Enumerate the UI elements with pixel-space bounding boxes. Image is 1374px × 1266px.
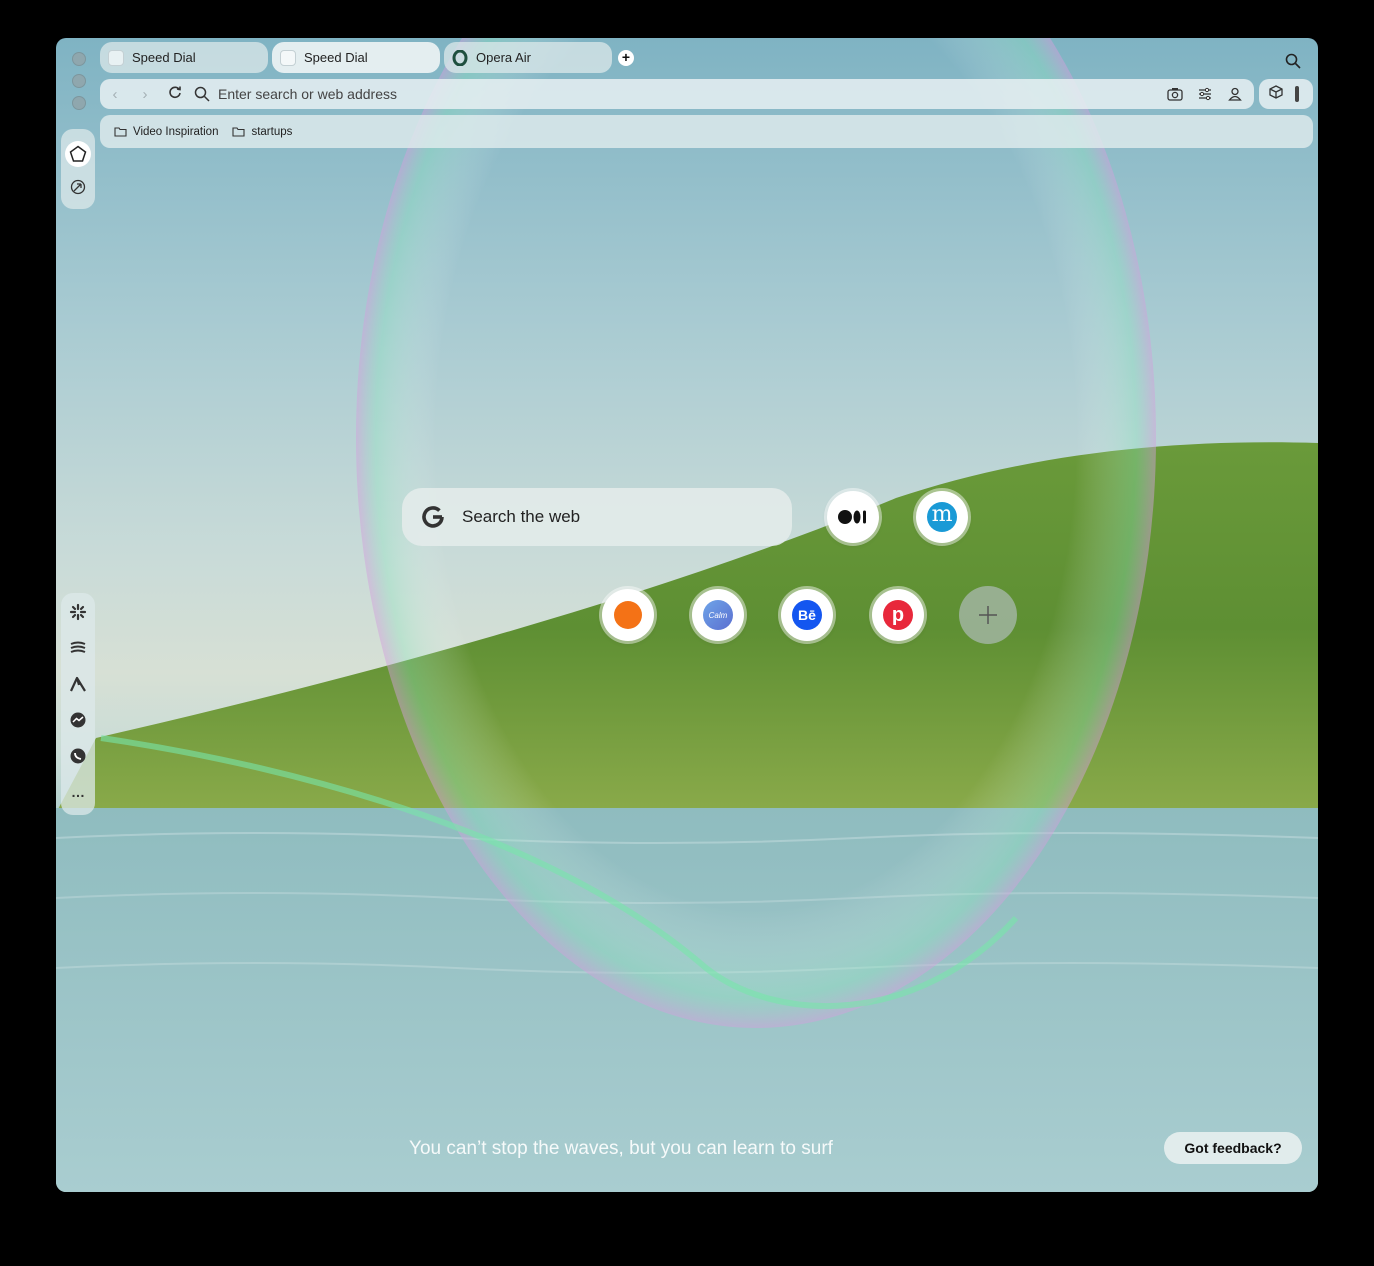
add-speed-dial-button[interactable] <box>959 586 1017 644</box>
speed-dial-icon <box>108 49 124 66</box>
camera-icon[interactable] <box>1166 85 1184 103</box>
speed-dial-m[interactable]: m <box>916 491 968 543</box>
sidebar-toggle-icon[interactable] <box>1295 86 1299 102</box>
wallpaper-quote: You can’t stop the waves, but you can le… <box>409 1138 833 1159</box>
aria-icon <box>70 676 86 692</box>
speed-dial-sidebar-button[interactable] <box>65 141 91 167</box>
search-icon <box>194 86 210 102</box>
new-tab-button[interactable]: + <box>618 50 634 66</box>
more-apps-icon[interactable]: … <box>68 782 88 802</box>
profile-icon[interactable] <box>1226 85 1244 103</box>
leaf-sidebar-button[interactable] <box>68 177 88 197</box>
bookmark-label: startups <box>251 125 293 138</box>
speed-dial-orange[interactable] <box>602 589 654 641</box>
speed-dial-icon <box>280 49 296 66</box>
speed-dial-p[interactable]: p <box>872 589 924 641</box>
m-icon: m <box>927 502 957 532</box>
reload-icon <box>169 86 181 99</box>
bookmark-label: Video Inspiration <box>133 125 219 138</box>
medium-icon <box>838 510 866 524</box>
close-window-button[interactable] <box>72 52 86 66</box>
sidebar-app-whatsapp[interactable] <box>68 746 88 766</box>
sidebar-top <box>61 129 95 209</box>
folder-icon <box>232 127 246 137</box>
speed-dial-calm[interactable]: Calm <box>692 589 744 641</box>
orange-circle-icon <box>614 601 642 629</box>
sidebar-app-waves[interactable] <box>68 638 88 658</box>
p-icon: p <box>883 600 913 630</box>
minimize-window-button[interactable] <box>72 74 86 88</box>
sidebar-apps: … <box>61 593 95 815</box>
forward-button[interactable]: › <box>130 86 160 103</box>
tab-label: Speed Dial <box>304 50 368 65</box>
address-input[interactable]: Enter search or web address <box>218 86 397 102</box>
bookmark-folder-video-inspiration[interactable]: Video Inspiration <box>114 126 218 138</box>
bookmark-folder-startups[interactable]: startups <box>232 126 292 138</box>
leaf-icon <box>70 179 86 195</box>
background-wallpaper <box>56 38 1318 1192</box>
tab-search-icon[interactable] <box>1285 53 1301 74</box>
tab-opera-air[interactable]: Opera Air <box>444 42 612 73</box>
got-feedback-button[interactable]: Got feedback? <box>1164 1132 1302 1164</box>
calm-icon: Calm <box>703 600 733 630</box>
behance-icon: Bē <box>792 600 822 630</box>
bookmarks-bar: Video Inspiration startups <box>100 115 1313 148</box>
search-box[interactable]: Search the web <box>402 488 792 546</box>
plus-icon <box>979 606 997 624</box>
opera-icon <box>452 49 468 66</box>
whatsapp-icon <box>70 748 86 764</box>
reload-button[interactable] <box>160 85 190 103</box>
sidebar-app-messenger[interactable] <box>68 710 88 730</box>
speed-dial-behance[interactable]: Bē <box>781 589 833 641</box>
address-bar[interactable]: ‹ › Enter search or web address <box>100 79 1254 109</box>
browser-window: Speed Dial Speed Dial Opera Air + ‹ › En… <box>56 38 1318 1192</box>
tab-speed-dial-2[interactable]: Speed Dial <box>272 42 440 73</box>
speed-dial-medium[interactable] <box>827 491 879 543</box>
waves-icon <box>70 641 86 653</box>
search-input[interactable]: Search the web <box>462 507 580 527</box>
back-button[interactable]: ‹ <box>100 86 130 103</box>
tab-label: Speed Dial <box>132 50 196 65</box>
messenger-icon <box>70 712 86 728</box>
google-icon <box>420 504 446 530</box>
pentagon-star-icon <box>69 145 87 162</box>
easy-setup-icon[interactable] <box>1196 85 1214 103</box>
tab-speed-dial-1[interactable]: Speed Dial <box>100 42 268 73</box>
sidebar-app-pinwheel[interactable] <box>68 602 88 622</box>
extensions-cube-icon[interactable] <box>1269 84 1283 104</box>
sidebar-app-aria[interactable] <box>68 674 88 694</box>
folder-icon <box>114 127 127 137</box>
tab-label: Opera Air <box>476 50 531 65</box>
extensions-area <box>1259 79 1313 109</box>
pinwheel-icon <box>69 603 87 621</box>
maximize-window-button[interactable] <box>72 96 86 110</box>
